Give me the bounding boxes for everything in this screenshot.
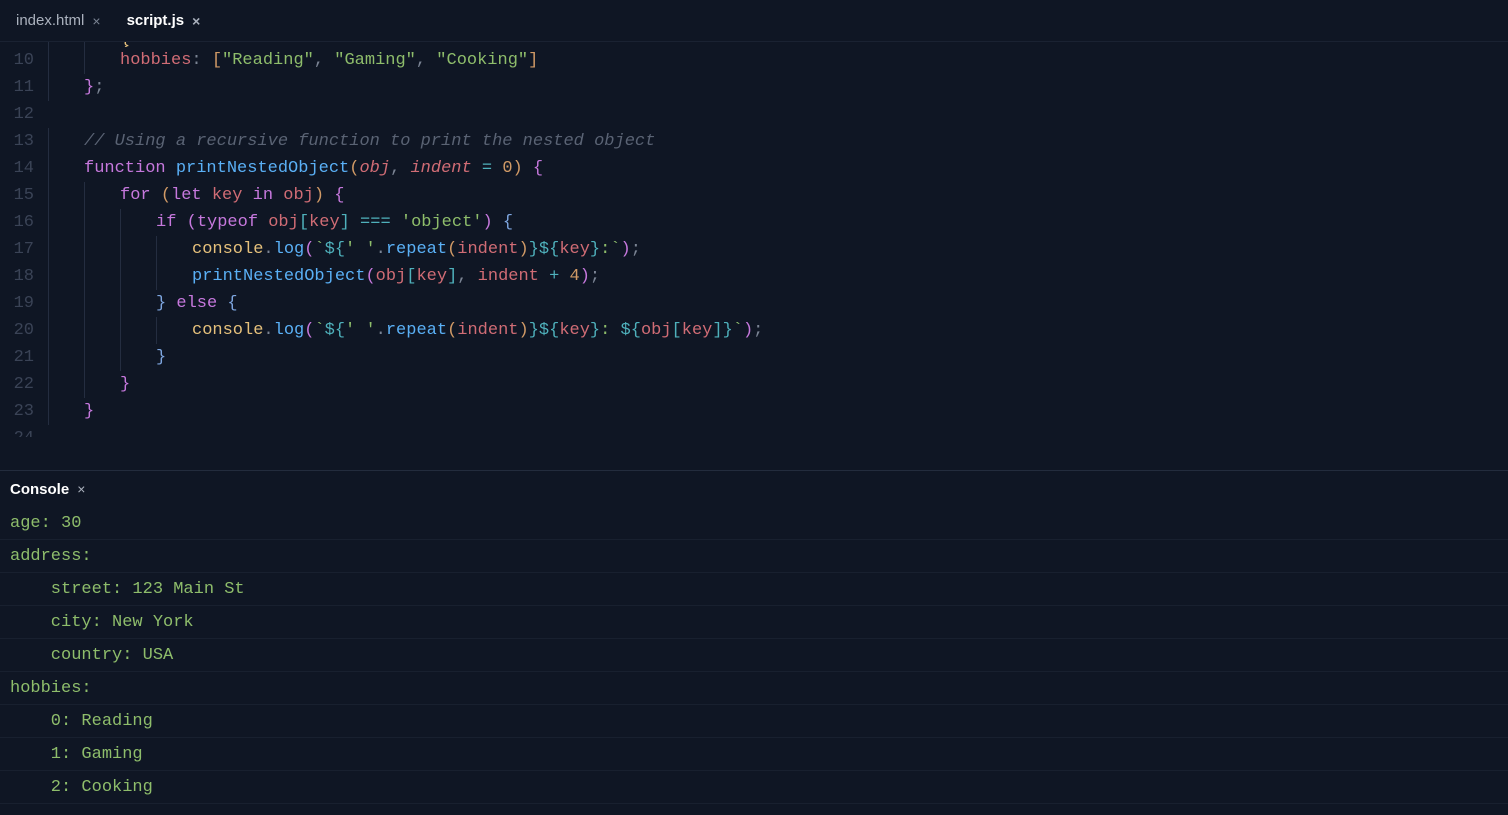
console-line: street: 123 Main St xyxy=(0,573,1508,606)
line-number: 23 xyxy=(0,398,48,425)
console-tab[interactable]: Console × xyxy=(0,471,1508,507)
console-title: Console xyxy=(10,481,69,498)
tab-bar: index.html × script.js × xyxy=(0,0,1508,42)
line-number: 15 xyxy=(0,182,48,209)
console-line: 1: Gaming xyxy=(0,738,1508,771)
line-number: 11 xyxy=(0,74,48,101)
line-number: 18 xyxy=(0,263,48,290)
line-number: 24 xyxy=(0,425,48,437)
line-number: 10 xyxy=(0,47,48,74)
code-content: hobbies: ["Reading", "Gaming", "Cooking"… xyxy=(48,47,1508,74)
console-line: address: xyxy=(0,540,1508,573)
console-line: age: 30 xyxy=(0,507,1508,540)
tab-script-js[interactable]: script.js × xyxy=(117,0,209,42)
code-editor[interactable]: }, 10 hobbies: ["Reading", "Gaming", "Co… xyxy=(0,42,1508,470)
line-number: 19 xyxy=(0,290,48,317)
close-icon[interactable]: × xyxy=(77,481,85,497)
line-number: 22 xyxy=(0,371,48,398)
console-panel: Console × age: 30 address: street: 123 M… xyxy=(0,470,1508,815)
line-number: 17 xyxy=(0,236,48,263)
line-number: 13 xyxy=(0,128,48,155)
console-line: city: New York xyxy=(0,606,1508,639)
close-icon[interactable]: × xyxy=(92,14,100,28)
line-number: 14 xyxy=(0,155,48,182)
line-number: 21 xyxy=(0,344,48,371)
tab-label: script.js xyxy=(127,12,185,29)
console-output[interactable]: age: 30 address: street: 123 Main St cit… xyxy=(0,507,1508,815)
tab-index-html[interactable]: index.html × xyxy=(6,0,109,42)
tab-label: index.html xyxy=(16,12,84,29)
console-line: 2: Cooking xyxy=(0,771,1508,804)
console-line: hobbies: xyxy=(0,672,1508,705)
line-number: 20 xyxy=(0,317,48,344)
close-icon[interactable]: × xyxy=(192,14,200,28)
console-line: 0: Reading xyxy=(0,705,1508,738)
console-line: country: USA xyxy=(0,639,1508,672)
line-number: 12 xyxy=(0,101,48,128)
line-number: 16 xyxy=(0,209,48,236)
